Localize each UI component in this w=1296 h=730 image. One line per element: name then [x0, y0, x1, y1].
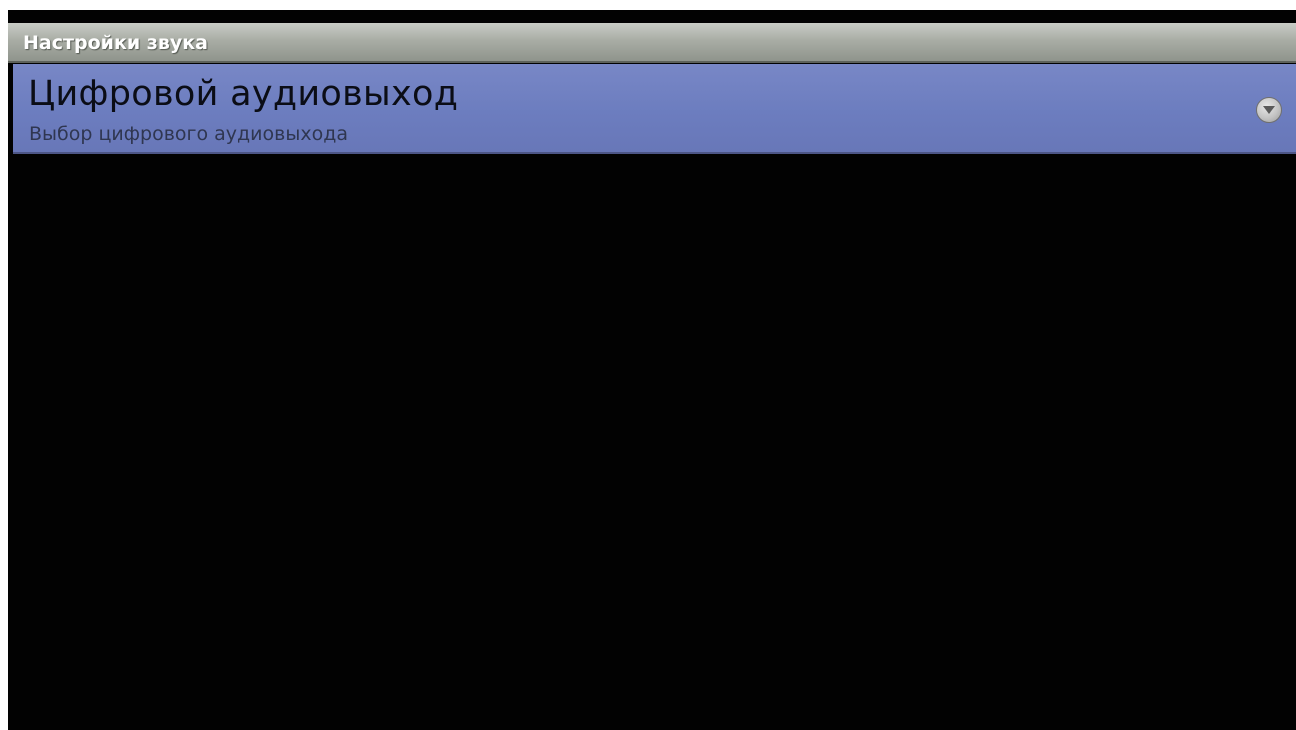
- settings-screen: Настройки звука Цифровой аудиовыход Выбо…: [8, 10, 1296, 730]
- preference-digital-audio-output[interactable]: Цифровой аудиовыход Выбор цифрового ауди…: [13, 64, 1296, 154]
- page-title: Настройки звука: [23, 32, 208, 54]
- dropdown-arrow-icon[interactable]: [1256, 97, 1282, 123]
- preference-title: Цифровой аудиовыход: [28, 74, 459, 114]
- title-bar: Настройки звука: [8, 23, 1296, 63]
- preference-summary: Выбор цифрового аудиовыхода: [29, 123, 349, 145]
